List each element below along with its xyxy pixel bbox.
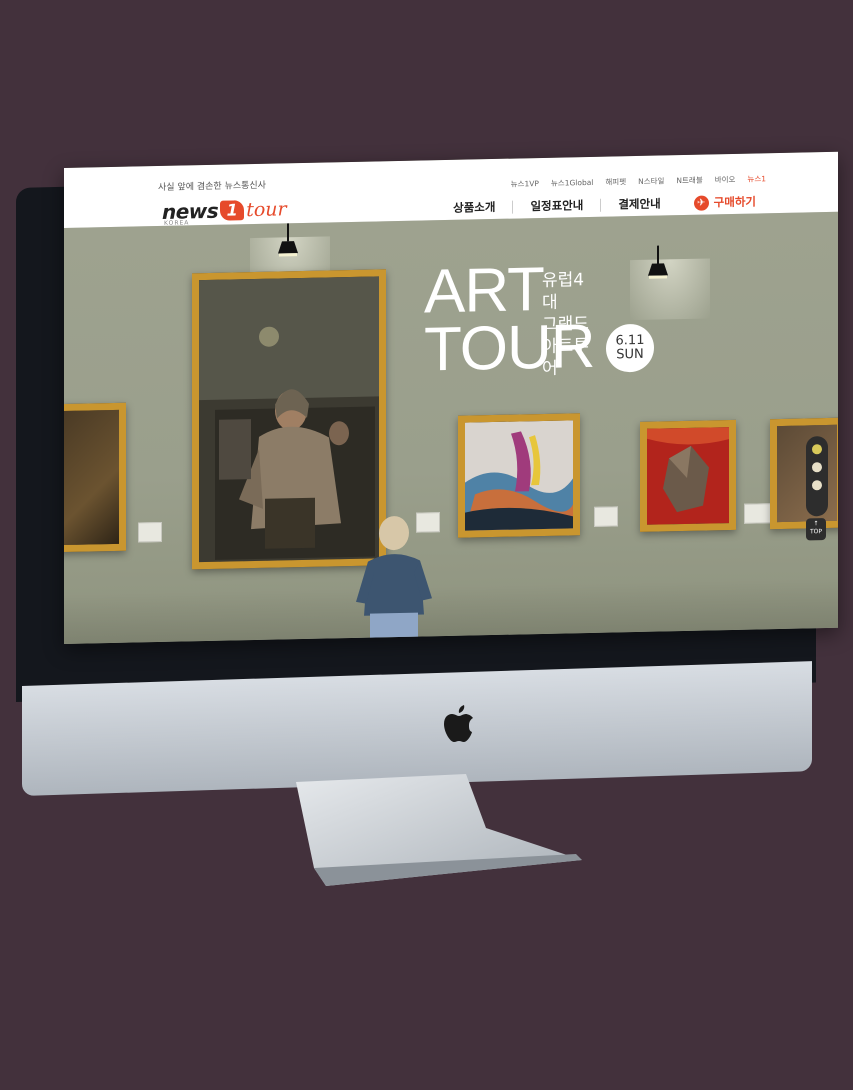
util-link-ntravel[interactable]: N트래블	[676, 175, 702, 187]
buy-button-label: 구매하기	[713, 194, 756, 210]
quick-widget	[806, 435, 828, 517]
util-link-global[interactable]: 뉴스1Global	[551, 177, 594, 189]
hero-subtitle-line1: 유럽4대	[542, 270, 585, 313]
website-screen: 사실 앞에 겸손한 뉴스통신사 news 1 tour KOREA 뉴스1VP …	[64, 151, 838, 644]
date-badge: 6.11 SUN	[606, 323, 654, 373]
nav-item-products[interactable]: 상품소개	[436, 199, 514, 215]
painting-left-edge	[64, 402, 126, 553]
logo-tour-text: tour	[246, 198, 287, 222]
nav-item-payment[interactable]: 결제안내	[601, 196, 677, 212]
painting-abstract	[458, 413, 580, 538]
main-nav: 상품소개 일정표안내 결제안내 ✈ 구매하기	[436, 194, 756, 217]
quick-dot-1[interactable]	[812, 444, 822, 455]
quick-dot-3[interactable]	[812, 480, 822, 491]
scroll-top-label: TOP	[809, 528, 822, 536]
red-artwork	[647, 427, 729, 525]
scroll-top-button[interactable]: ↑ TOP	[806, 518, 826, 541]
util-link-bio[interactable]: 바이오	[715, 174, 736, 185]
monitor-stand	[296, 774, 582, 886]
nav-item-schedule[interactable]: 일정표안내	[513, 198, 602, 214]
quick-dot-2[interactable]	[812, 462, 822, 473]
util-link-happypet[interactable]: 해피펫	[605, 176, 626, 187]
abstract-artwork	[465, 420, 573, 531]
hero-subtitle-line2: 그랜드 아트투어	[542, 314, 589, 379]
portrait-artwork	[199, 276, 379, 563]
buy-button[interactable]: ✈ 구매하기	[678, 194, 756, 212]
lamp-right-icon	[648, 245, 668, 279]
lamp-left-icon	[278, 223, 298, 257]
painting-red	[640, 419, 736, 532]
placard-1	[138, 521, 162, 543]
utility-links: 뉴스1VP 뉴스1Global 해피펫 N스타일 N트래블 바이오 뉴스1	[511, 173, 766, 189]
viewer-figure	[356, 516, 432, 642]
date-badge-day: SUN	[616, 346, 644, 363]
airplane-icon: ✈	[693, 194, 709, 211]
site-tagline: 사실 앞에 겸손한 뉴스통신사	[158, 180, 266, 194]
hero-gallery: ART TOUR 유럽4대 그랜드 아트투어 6.11 SUN ↑ TOP	[64, 211, 838, 644]
apple-logo-icon	[444, 705, 473, 742]
util-link-nstyle[interactable]: N스타일	[638, 175, 664, 187]
util-link-vp[interactable]: 뉴스1VP	[511, 178, 539, 190]
hero-headline: ART TOUR 유럽4대 그랜드 아트투어 6.11 SUN	[424, 255, 654, 384]
hero-subtitle: 유럽4대 그랜드 아트투어	[542, 269, 595, 380]
logo-one-mark: 1	[220, 200, 245, 221]
util-link-news1[interactable]: 뉴스1	[747, 173, 766, 184]
placard-3	[594, 506, 618, 527]
